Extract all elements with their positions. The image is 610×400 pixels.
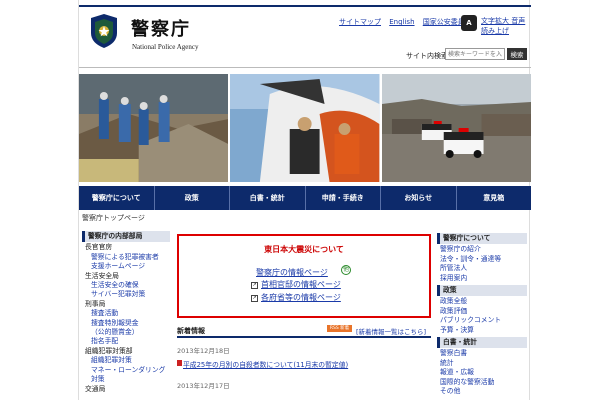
search-label: サイト内検索 — [406, 52, 448, 60]
right-sidebar-heading: 警察庁について — [437, 233, 527, 245]
left-sidebar-list: 長官官房 警察による犯罪被害者 支援ホームページ 生活安全局 生活安全の確保 サイバー犯罪… — [82, 243, 170, 394]
search-button[interactable]: 検索 — [507, 48, 527, 60]
hero-photos — [79, 74, 531, 182]
right-sidebar-link[interactable]: 予算・決算 — [437, 326, 527, 335]
external-link-icon: ↗ — [251, 282, 258, 289]
earthquake-info-box: 東日本大震災について 警察庁の情報ページ 他 ↗ 首相官邸の情報ページ ↗ 各府… — [177, 234, 431, 318]
news-list-link[interactable]: [新着情報一覧はこちら] — [356, 326, 426, 336]
sidebar-section[interactable]: 交通局 — [82, 385, 170, 394]
page-container: 警察庁 National Police Agency サイトマップ Englis… — [78, 0, 531, 400]
sidebar-link[interactable]: 捜査活動 — [82, 309, 170, 318]
right-sidebar-link[interactable]: パブリックコメント — [437, 316, 527, 325]
sidebar-section[interactable]: 刑事局 — [82, 300, 170, 309]
accessibility-icon[interactable]: A — [461, 15, 477, 31]
right-sidebar: 警察庁について 警察庁の紹介 法令・訓令・通達等 所管法人 採用案内 政策 政策全般 政策評価… — [437, 231, 527, 397]
right-sidebar-heading: 政策 — [437, 285, 527, 297]
right-sidebar-section: 警察庁について 警察庁の紹介 法令・訓令・通達等 所管法人 採用案内 — [437, 233, 527, 283]
news-date: 2013年12月18日 — [177, 347, 230, 355]
npa-info-link[interactable]: 警察庁の情報ページ — [256, 267, 328, 278]
sidebar-section[interactable]: 生活安全局 — [82, 272, 170, 281]
left-sidebar-heading: 警察庁の内部部局 — [82, 231, 170, 243]
patrol-cars-photo — [381, 74, 531, 182]
sidebar-link[interactable]: 捜査特別報奨金 — [82, 319, 170, 328]
site-title[interactable]: 警察庁 — [131, 15, 191, 41]
news-title: 新着情報 — [177, 327, 205, 335]
external-link-icon: ↗ — [251, 295, 258, 302]
sidebar-link[interactable]: 警察による犯罪被害者 — [82, 253, 170, 262]
news-date: 2013年12月17日 — [177, 382, 230, 390]
kantei-info-link[interactable]: 首相官邸の情報ページ — [261, 279, 341, 290]
right-sidebar-link[interactable]: 警察庁の紹介 — [437, 245, 527, 254]
accessibility-link[interactable]: 文字拡大 音声読み上げ — [481, 16, 527, 36]
utility-links: サイトマップ English 国家公安委員会 — [339, 17, 478, 27]
right-sidebar-link[interactable]: 政策全般 — [437, 297, 527, 306]
news-item-link[interactable]: 平成25年の月別の自殺者数について(11月末の暫定値) — [183, 359, 348, 369]
police-emblem-logo[interactable] — [89, 13, 119, 49]
left-sidebar: 警察庁の内部部局 長官官房 警察による犯罪被害者 支援ホームページ 生活安全局 生活安全… — [82, 231, 170, 394]
sidebar-link[interactable]: サイバー犯罪対策 — [82, 290, 170, 299]
nav-whitepaper-stats[interactable]: 白書・統計 — [230, 186, 306, 210]
english-link[interactable]: English — [389, 18, 414, 26]
nav-notices[interactable]: お知らせ — [381, 186, 457, 210]
earthquake-title: 東日本大震災について — [264, 245, 344, 254]
search-input[interactable] — [445, 48, 505, 60]
rescue-workers-photo — [79, 74, 229, 182]
news-header: 新着情報 RSS 新着 [新着情報一覧はこちら] — [177, 324, 431, 338]
right-sidebar-link[interactable]: 国際的な警察活動 — [437, 378, 527, 387]
sidebar-link[interactable]: マネー・ローンダリング対策 — [82, 366, 170, 385]
right-sidebar-link[interactable]: 警察白書 — [437, 349, 527, 358]
nav-opinion-box[interactable]: 意見箱 — [457, 186, 532, 210]
sidebar-link[interactable]: 指名手配 — [82, 337, 170, 346]
site-header: 警察庁 National Police Agency サイトマップ Englis… — [79, 5, 531, 68]
right-sidebar-link[interactable]: 所管法人 — [437, 264, 527, 273]
nav-policy[interactable]: 政策 — [155, 186, 230, 210]
right-sidebar-link[interactable]: 統計 — [437, 359, 527, 368]
right-sidebar-link[interactable]: 報道・広報 — [437, 368, 527, 377]
right-sidebar-section: 白書・統計 警察白書 統計 報道・広報 国際的な警察活動 その他 — [437, 337, 527, 396]
right-sidebar-link[interactable]: その他 — [437, 387, 527, 396]
right-sidebar-link[interactable]: 採用案内 — [437, 274, 527, 283]
sitemap-link[interactable]: サイトマップ — [339, 18, 381, 26]
nav-about[interactable]: 警察庁について — [79, 186, 155, 210]
site-subtitle: National Police Agency — [132, 43, 199, 51]
sidebar-section[interactable]: 長官官房 — [82, 243, 170, 252]
rss-icon[interactable]: RSS 新着 — [327, 325, 352, 332]
breadcrumb: 警察庁トップページ — [82, 214, 145, 222]
right-sidebar-section: 政策 政策全般 政策評価 パブリックコメント 予算・決算 — [437, 285, 527, 335]
news-new-icon — [177, 360, 182, 366]
sidebar-link[interactable]: 支援ホームページ — [82, 262, 170, 271]
ministries-info-link[interactable]: 各府省等の情報ページ — [261, 292, 341, 303]
other-badge: 他 — [341, 265, 351, 275]
sidebar-section[interactable]: 組織犯罪対策部 — [82, 347, 170, 356]
right-sidebar-link[interactable]: 政策評価 — [437, 307, 527, 316]
sidebar-link[interactable]: 組織犯罪対策 — [82, 356, 170, 365]
helicopter-rescue-photo — [230, 74, 380, 182]
right-sidebar-heading: 白書・統計 — [437, 337, 527, 349]
right-sidebar-link[interactable]: 法令・訓令・通達等 — [437, 255, 527, 264]
nav-applications[interactable]: 申請・手続き — [306, 186, 381, 210]
main-nav: 警察庁について 政策 白書・統計 申請・手続き お知らせ 意見箱 — [79, 186, 531, 210]
